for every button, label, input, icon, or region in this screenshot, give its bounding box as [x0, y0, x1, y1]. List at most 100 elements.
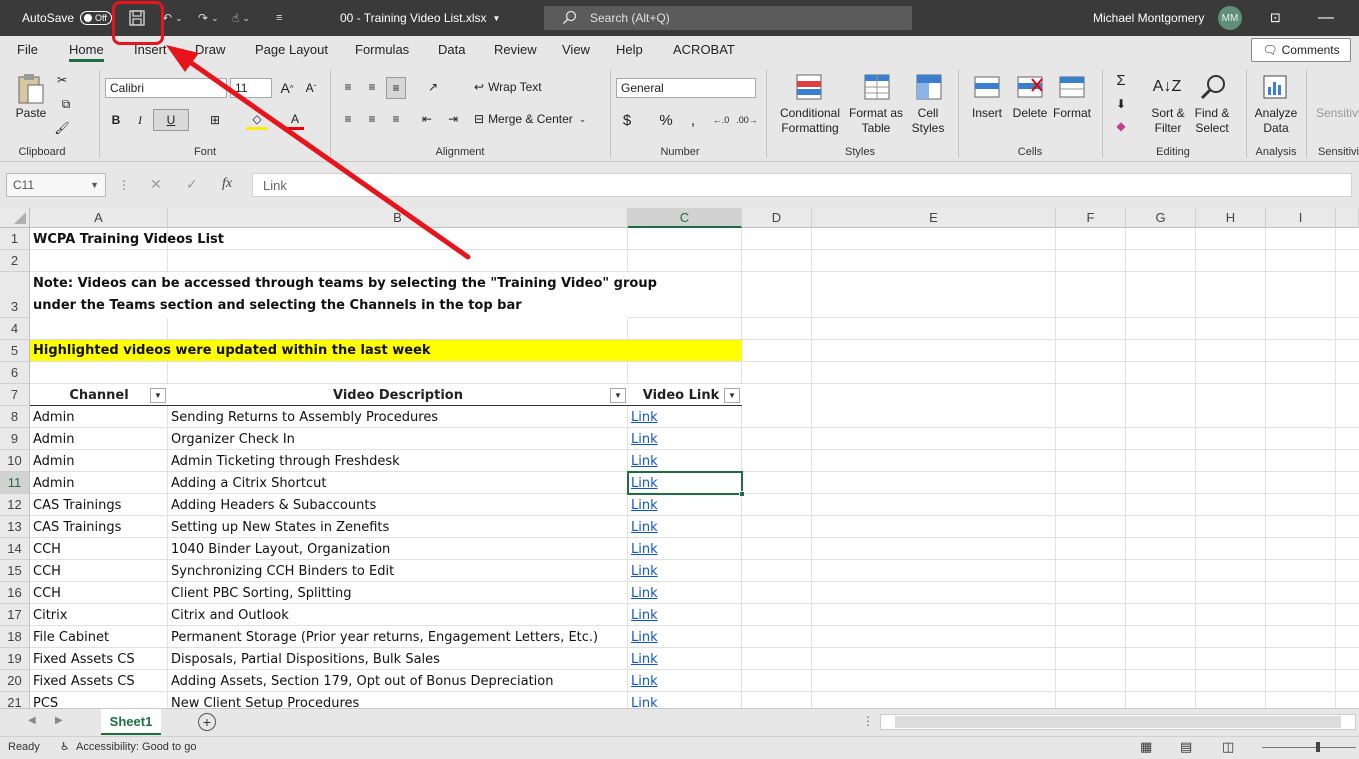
file-name[interactable]: 00 - Training Video List.xlsx ▼ — [340, 0, 500, 36]
avatar[interactable]: MM — [1218, 6, 1242, 30]
scrollbar-thumb[interactable] — [895, 716, 1341, 728]
more-options-icon[interactable]: ⋮ — [862, 714, 874, 728]
normal-view-icon[interactable]: ▦ — [1140, 739, 1152, 755]
description-cell[interactable]: Disposals, Partial Dispositions, Bulk Sa… — [168, 648, 440, 670]
video-link[interactable]: Link — [628, 450, 658, 472]
description-cell[interactable]: Setting up New States in Zenefits — [168, 516, 389, 538]
copy-icon[interactable]: ⧉ — [54, 96, 78, 112]
zoom-slider-thumb[interactable] — [1316, 742, 1320, 752]
description-cell[interactable]: New Client Setup Procedures — [168, 692, 359, 709]
decrease-indent-icon[interactable]: ⇤ — [418, 110, 436, 128]
align-right-icon[interactable]: ≡ — [388, 110, 404, 128]
customize-qat-icon[interactable]: ≡ — [276, 0, 282, 36]
channel-cell[interactable]: CCH — [30, 560, 61, 582]
autosum-icon[interactable]: Σ — [1112, 70, 1130, 90]
search-box[interactable]: Search (Alt+Q) — [544, 6, 912, 30]
page-layout-view-icon[interactable]: ▤ — [1180, 739, 1192, 755]
fill-handle[interactable] — [739, 491, 745, 497]
tab-draw[interactable]: Draw — [195, 42, 225, 57]
row-header[interactable]: 5 — [0, 340, 30, 362]
channel-cell[interactable]: Fixed Assets CS — [30, 648, 135, 670]
insert-function-button[interactable]: fx — [222, 176, 232, 192]
number-format-select[interactable]: General — [616, 78, 756, 98]
sensitivity-label[interactable]: Sensitivi — [1316, 106, 1359, 121]
analyze-data-label[interactable]: Analyze Data — [1250, 106, 1302, 136]
row-header[interactable]: 7 — [0, 384, 30, 406]
video-link[interactable]: Link — [628, 538, 658, 560]
description-cell[interactable]: Client PBC Sorting, Splitting — [168, 582, 352, 604]
description-cell[interactable]: Citrix and Outlook — [168, 604, 289, 626]
channel-cell[interactable]: CAS Trainings — [30, 494, 121, 516]
delete-cells-icon[interactable] — [1015, 72, 1045, 102]
sort-filter-label[interactable]: Sort & Filter — [1146, 106, 1190, 136]
column-header-a[interactable]: A — [30, 208, 168, 228]
align-middle-icon[interactable]: ≡ — [364, 78, 380, 96]
clear-icon[interactable]: ◆ — [1112, 116, 1130, 136]
channel-cell[interactable]: Admin — [30, 450, 74, 472]
italic-button[interactable]: I — [132, 110, 148, 130]
column-header-e[interactable]: E — [812, 208, 1056, 228]
name-box[interactable]: C11 ▼ — [6, 173, 106, 197]
decrease-decimal-icon[interactable]: .00→ — [736, 110, 758, 130]
row-header[interactable]: 2 — [0, 250, 30, 272]
merge-center-button[interactable]: ⊟ Merge & Center ⌄ — [474, 110, 598, 128]
conditional-formatting-icon[interactable] — [794, 72, 824, 102]
video-link[interactable]: Link — [628, 692, 658, 709]
delete-cells-label[interactable]: Delete — [1008, 106, 1052, 121]
tab-home[interactable]: Home — [69, 42, 104, 62]
channel-cell[interactable]: Fixed Assets CS — [30, 670, 135, 692]
increase-indent-icon[interactable]: ⇥ — [444, 110, 462, 128]
highlight-note-cell[interactable]: Highlighted videos were updated within t… — [30, 340, 742, 361]
paste-label[interactable]: Paste — [14, 106, 48, 121]
format-cells-icon[interactable] — [1057, 72, 1087, 102]
find-select-label[interactable]: Find & Select — [1188, 106, 1236, 136]
video-link[interactable]: Link — [628, 670, 658, 692]
description-cell[interactable]: Sending Returns to Assembly Procedures — [168, 406, 438, 428]
paste-icon[interactable] — [14, 72, 48, 106]
channel-cell[interactable]: Admin — [30, 428, 74, 450]
tab-view[interactable]: View — [562, 42, 590, 57]
accessibility-status[interactable]: Accessibility: Good to go — [76, 741, 196, 753]
comments-button[interactable]: 🗨 Comments — [1251, 38, 1351, 62]
sheet-title[interactable]: WCPA Training Videos List — [30, 228, 224, 250]
description-cell[interactable]: Adding Assets, Section 179, Opt out of B… — [168, 670, 553, 692]
format-table-icon[interactable] — [862, 72, 892, 102]
analyze-data-icon[interactable] — [1260, 72, 1290, 102]
column-header-f[interactable]: F — [1056, 208, 1126, 228]
find-select-icon[interactable] — [1198, 72, 1228, 102]
video-link[interactable]: Link — [628, 604, 658, 626]
page-break-view-icon[interactable]: ◫ — [1222, 739, 1234, 755]
filter-dropdown-channel[interactable]: ▼ — [150, 388, 166, 403]
row-header[interactable]: 3 — [0, 272, 30, 318]
align-top-icon[interactable]: ≡ — [340, 78, 356, 96]
channel-cell[interactable]: Citrix — [30, 604, 67, 626]
filter-dropdown-description[interactable]: ▼ — [610, 388, 626, 403]
column-header-b[interactable]: B — [168, 208, 628, 228]
font-color-icon[interactable]: A — [286, 110, 304, 130]
video-link[interactable]: Link — [628, 428, 658, 450]
undo-icon[interactable]: ↶ ⌄ — [162, 0, 183, 36]
description-cell[interactable]: Admin Ticketing through Freshdesk — [168, 450, 400, 472]
accessibility-icon[interactable]: ♿ — [60, 740, 70, 753]
format-painter-icon[interactable]: 🖌 — [54, 120, 70, 136]
borders-icon[interactable]: ⊞ — [200, 110, 230, 130]
user-name[interactable]: Michael Montgomery — [1093, 0, 1204, 36]
column-header-c[interactable]: C — [628, 208, 742, 228]
add-sheet-icon[interactable]: + — [198, 713, 216, 731]
filter-dropdown-link[interactable]: ▼ — [724, 388, 740, 403]
insert-cells-label[interactable]: Insert — [966, 106, 1008, 121]
wrap-text-button[interactable]: ↩ Wrap Text — [474, 78, 554, 96]
cell-styles-icon[interactable] — [914, 72, 944, 102]
percent-button[interactable]: % — [658, 110, 674, 130]
video-link[interactable]: Link — [628, 648, 658, 670]
tab-page-layout[interactable]: Page Layout — [255, 42, 328, 57]
row-header[interactable]: 6 — [0, 362, 30, 384]
column-header-i[interactable]: I — [1266, 208, 1336, 228]
more-options-icon[interactable]: ⋮ — [118, 178, 130, 192]
align-bottom-icon[interactable]: ≡ — [386, 77, 406, 99]
font-name-select[interactable]: Calibri — [105, 78, 227, 98]
sort-filter-icon[interactable]: A↓Z — [1152, 72, 1182, 102]
insert-cells-icon[interactable] — [972, 72, 1002, 102]
comma-style-icon[interactable]: , — [686, 110, 700, 130]
video-link[interactable]: Link — [628, 560, 658, 582]
